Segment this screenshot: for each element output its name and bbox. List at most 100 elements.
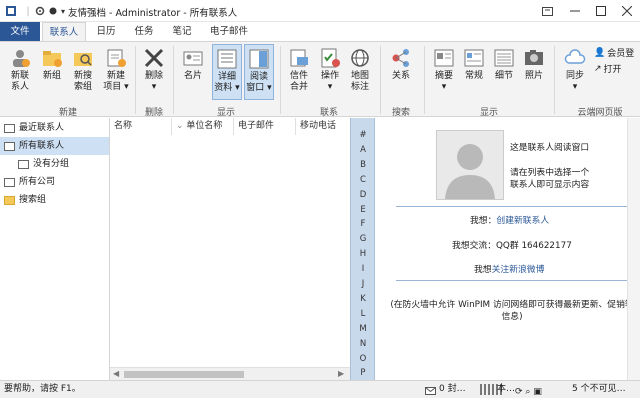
tab-email[interactable]: 电子邮件 <box>204 22 254 42</box>
separator-icon: | <box>26 5 30 17</box>
nav-item-search-group[interactable]: 搜索组 <box>0 191 109 209</box>
alphabet-letter-i[interactable]: I <box>351 264 375 274</box>
alphabet-letter-j[interactable]: J <box>351 279 375 289</box>
alphabet-letter-l[interactable]: L <box>351 309 375 319</box>
column-header-company[interactable]: ⌄ 单位名称 <box>172 118 234 135</box>
window-title: 友情强档 - Administrator - 所有联系人 <box>68 8 238 19</box>
alphabet-letter-g[interactable]: G <box>351 234 375 244</box>
alphabet-letter-m[interactable]: M <box>351 324 375 334</box>
folder-icon <box>4 195 15 205</box>
column-header-name[interactable]: 名称 <box>110 118 172 135</box>
horizontal-scrollbar[interactable]: ◀ ▶ <box>110 367 350 380</box>
title-bar: | ▾ 友情强档 - Administrator - 所有联系人 <box>0 0 640 22</box>
alphabet-letter-f[interactable]: F <box>351 219 375 229</box>
group-label-new: 新建 <box>58 108 77 118</box>
nav-item-no-group[interactable]: 没有分组 <box>0 155 109 173</box>
open-icon: ↗ <box>594 63 602 74</box>
reading-hint-line3: 联系人即可显示内容 <box>510 180 590 190</box>
alphabet-letter-o[interactable]: O <box>351 354 375 364</box>
lock-icon[interactable]: ▣ <box>533 387 542 397</box>
column-header-mobile[interactable]: 移动电话 <box>296 118 350 135</box>
reading-pane-scrollbar[interactable] <box>627 118 640 380</box>
new-contact-icon <box>9 47 31 69</box>
follow-row: 我想关注新浪微博 <box>474 262 544 275</box>
scroll-right-icon[interactable]: ▶ <box>338 369 344 378</box>
photo-button[interactable]: 照片 <box>520 44 548 100</box>
alphabet-letter-e[interactable]: E <box>351 205 375 215</box>
ribbon-tabs: 文件 联系人 日历 任务 笔记 电子邮件 <box>0 22 640 42</box>
tab-notes[interactable]: 笔记 <box>164 22 200 42</box>
new-group-button[interactable]: 新组 <box>38 44 66 100</box>
company-icon <box>4 177 15 187</box>
search-folder-icon <box>72 47 94 69</box>
reading-window-button[interactable]: 阅读 窗口 ▾ <box>244 44 274 100</box>
chat-row: 我想交流：QQ群 164622177 <box>452 238 572 251</box>
detail-button[interactable]: 详细 资料 ▾ <box>212 44 242 100</box>
person-silhouette-icon <box>445 144 495 199</box>
alphabet-letter-k[interactable]: K <box>351 294 375 304</box>
new-search-group-label1: 新搜 <box>73 71 92 81</box>
mail-merge-button[interactable]: 信件 合并 <box>284 44 314 100</box>
new-search-group-button[interactable]: 新搜 索组 <box>68 44 98 100</box>
nav-item-all-companies[interactable]: 所有公司 <box>0 173 109 191</box>
relation-button[interactable]: 关系 <box>386 44 416 100</box>
tab-file[interactable]: 文件 <box>0 22 40 42</box>
delete-button[interactable]: 删除 ▾ <box>139 44 169 100</box>
new-item-label2: 项目 ▾ <box>103 82 129 92</box>
mail-icon <box>425 385 436 398</box>
alphabet-letter-p[interactable]: P <box>351 368 375 378</box>
map-label1: 地图 <box>350 71 369 81</box>
contact-list[interactable]: 名称 ⌄ 单位名称 电子邮件 移动电话 <box>110 118 350 380</box>
tab-tasks[interactable]: 任务 <box>126 22 162 42</box>
status-mail-count: 0 封… <box>439 384 466 394</box>
new-item-icon <box>105 47 127 69</box>
alphabet-letter-hash[interactable]: # <box>351 130 375 140</box>
ribbon-display-icon[interactable] <box>532 0 562 22</box>
nav-item-all-contacts[interactable]: 所有联系人 <box>0 137 109 155</box>
create-contact-link[interactable]: 创建新联系人 <box>496 216 549 226</box>
nav-item-recent-contacts[interactable]: 最近联系人 <box>0 119 109 137</box>
column-header-email[interactable]: 电子邮件 <box>234 118 296 135</box>
summary-label1: 摘要 <box>434 71 453 81</box>
summary-button[interactable]: 摘要 ▾ <box>430 44 458 100</box>
summary-label2: ▾ <box>441 82 447 92</box>
group-label-display: 显示 <box>216 108 235 118</box>
alphabet-letter-a[interactable]: A <box>351 145 375 155</box>
quick-access-dropdown-icon[interactable]: ▾ <box>58 4 68 18</box>
search-icon[interactable]: ⌕ <box>525 387 530 397</box>
divider <box>396 206 628 207</box>
refresh-icon[interactable]: ⟳ <box>515 387 523 397</box>
alphabet-letter-c[interactable]: C <box>351 175 375 185</box>
gear-icon[interactable] <box>34 4 46 18</box>
detail2-button[interactable]: 细节 <box>490 44 518 100</box>
close-icon[interactable] <box>612 0 640 22</box>
column-header-company-label: 单位名称 <box>186 121 223 131</box>
normal-label: 常规 <box>464 71 483 81</box>
ribbon-separator <box>173 46 174 114</box>
alphabet-letter-d[interactable]: D <box>351 190 375 200</box>
follow-label: 我想 <box>474 265 492 275</box>
business-card-button[interactable]: 名片 <box>178 44 208 100</box>
map-button[interactable]: 地图 标注 <box>346 44 374 100</box>
alphabet-letter-h[interactable]: H <box>351 249 375 259</box>
alphabet-letter-n[interactable]: N <box>351 339 375 349</box>
alphabet-letter-b[interactable]: B <box>351 160 375 170</box>
group-label-search: 搜索 <box>391 108 410 118</box>
scroll-left-icon[interactable]: ◀ <box>113 369 119 378</box>
alphabet-index: # A B C D E F G H I J K L M N O P <box>350 118 375 380</box>
tab-contacts[interactable]: 联系人 <box>42 22 86 42</box>
new-contact-button[interactable]: 新联 系人 <box>4 44 36 100</box>
member-icon: 👤 <box>594 47 606 58</box>
new-contact-label2: 系人 <box>10 82 29 92</box>
open-button[interactable]: ↗ 打开 <box>594 62 622 76</box>
follow-weibo-link[interactable]: 关注新浪微博 <box>492 265 545 275</box>
normal-button[interactable]: 常规 <box>460 44 488 100</box>
record-icon[interactable] <box>48 4 58 18</box>
member-login-button[interactable]: 👤 会员登 <box>594 46 634 60</box>
divider <box>396 280 628 281</box>
scroll-thumb[interactable] <box>124 371 244 378</box>
sync-button[interactable]: 同步 ▾ <box>560 44 590 100</box>
new-item-button[interactable]: 新建 项目 ▾ <box>100 44 132 100</box>
action-button[interactable]: 操作 ▾ <box>316 44 344 100</box>
tab-calendar[interactable]: 日历 <box>88 22 124 42</box>
